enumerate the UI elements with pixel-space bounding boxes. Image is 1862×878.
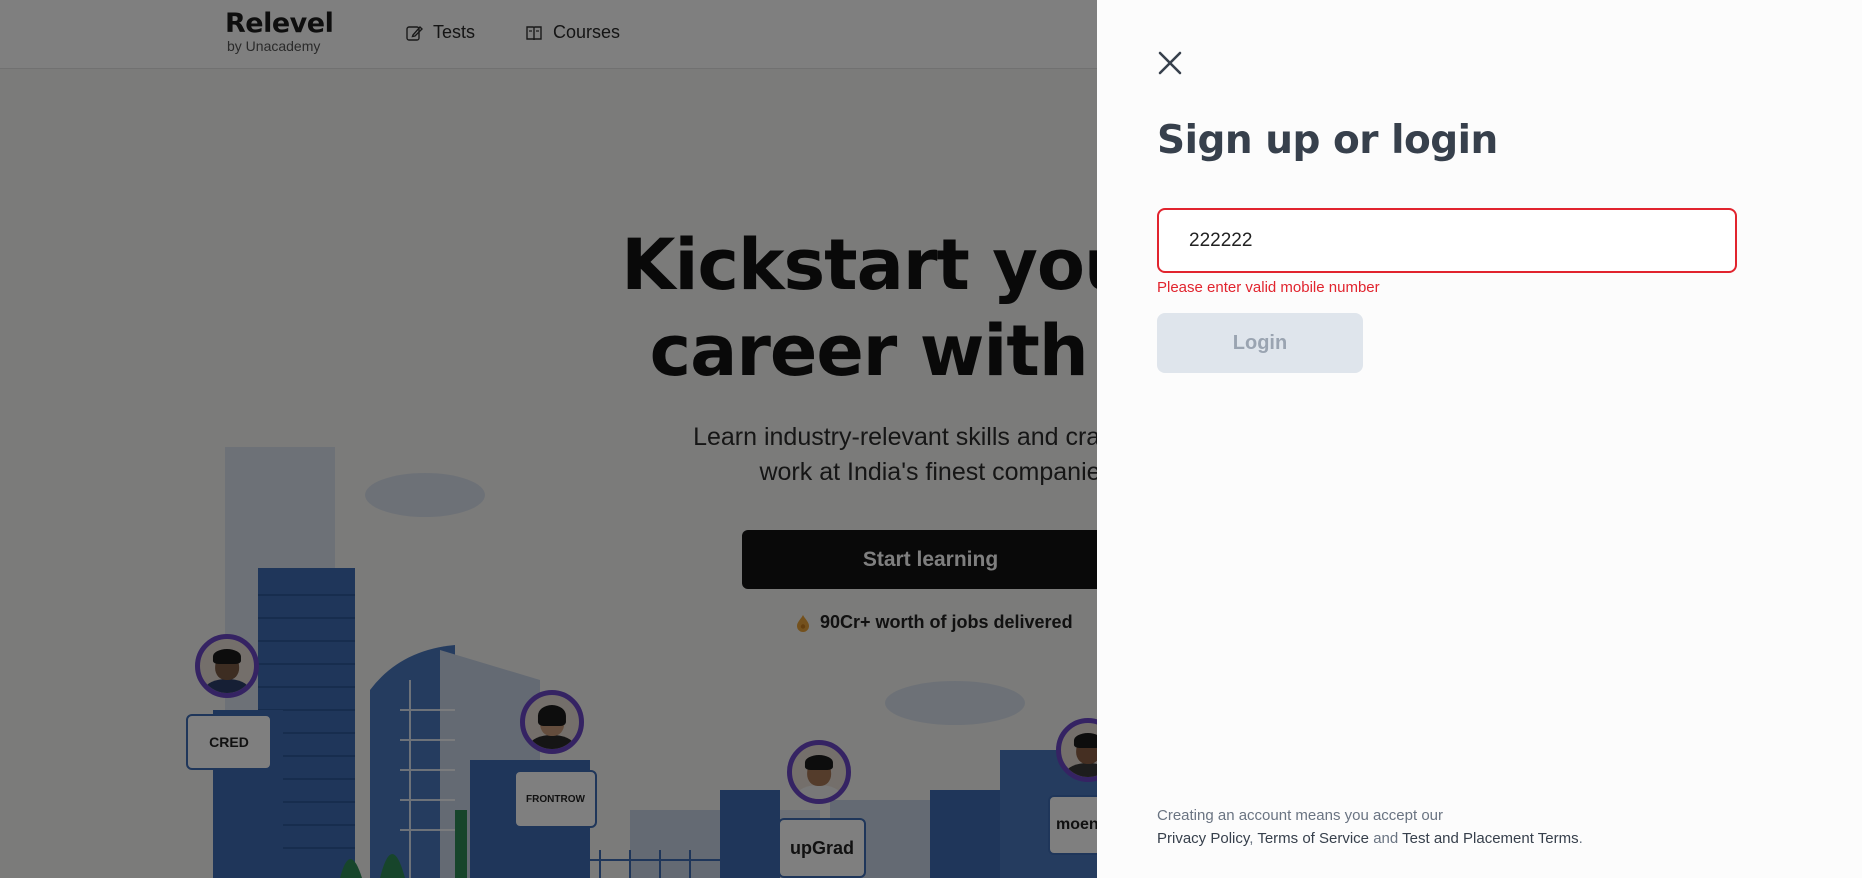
- terms-prefix: Creating an account means you accept our: [1157, 807, 1444, 824]
- phone-number-input[interactable]: [1157, 208, 1737, 273]
- close-icon[interactable]: [1157, 50, 1183, 76]
- page-title: Sign up or login: [1157, 118, 1498, 163]
- terms-notice: Creating an account means you accept our…: [1157, 804, 1583, 850]
- terms-and: and: [1373, 830, 1399, 847]
- login-button[interactable]: Login: [1157, 313, 1363, 373]
- terms-comma: ,: [1249, 830, 1254, 847]
- placement-terms-link[interactable]: Test and Placement Terms: [1402, 830, 1578, 847]
- terms-period: .: [1578, 830, 1583, 847]
- terms-links: Privacy Policy, Terms of Service and Tes…: [1157, 827, 1583, 850]
- privacy-policy-link[interactable]: Privacy Policy: [1157, 830, 1249, 847]
- phone-error-message: Please enter valid mobile number: [1157, 279, 1380, 296]
- terms-of-service-link[interactable]: Terms of Service: [1257, 830, 1369, 847]
